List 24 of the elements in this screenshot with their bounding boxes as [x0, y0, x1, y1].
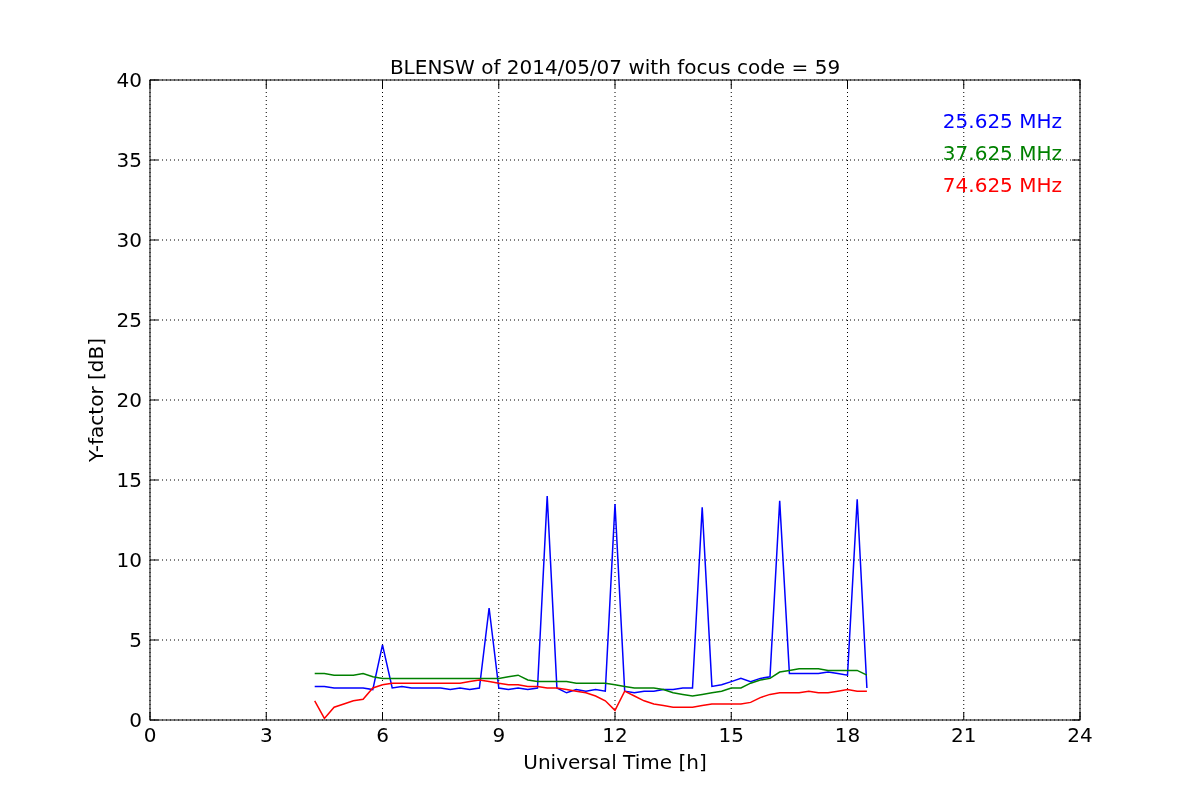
tick-label: 21: [951, 723, 977, 747]
tick-label: 18: [834, 723, 861, 747]
axis-label: Y-factor [dB]: [84, 338, 108, 462]
tick-label: 0: [143, 723, 157, 747]
legend-label: 37.625 MHz: [942, 141, 1062, 165]
tick-label: 25: [116, 308, 142, 332]
tick-label: 0: [129, 708, 142, 732]
tick-label: 10: [116, 548, 142, 572]
tick-label: 24: [1067, 723, 1093, 747]
tick-label: 20: [116, 388, 142, 412]
tick-label: 40: [116, 68, 142, 92]
tick-label: 15: [116, 468, 142, 492]
tick-label: 15: [718, 723, 744, 747]
tick-label: 30: [116, 228, 142, 252]
tick-label: 3: [259, 723, 273, 747]
legend-label: 74.625 MHz: [942, 173, 1062, 197]
tick-label: 12: [602, 723, 628, 747]
axis-label: Universal Time [h]: [523, 750, 707, 774]
tick-label: 6: [376, 723, 389, 747]
legend-label: 25.625 MHz: [942, 109, 1062, 133]
chart-title: BLENSW of 2014/05/07 with focus code = 59: [389, 55, 841, 79]
tick-label: 35: [116, 148, 142, 172]
tick-label: 5: [129, 628, 142, 652]
tick-label: 9: [492, 723, 506, 747]
